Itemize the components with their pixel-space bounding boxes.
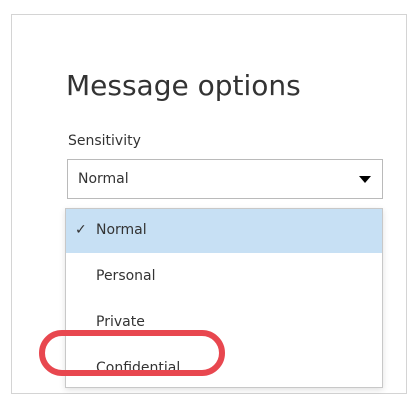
option-personal[interactable]: Personal — [66, 255, 382, 299]
message-options-dialog: Message options Sensitivity Normal ✓ Nor… — [11, 14, 407, 394]
sensitivity-label: Sensitivity — [68, 133, 141, 149]
dialog-title: Message options — [66, 69, 301, 102]
sensitivity-select[interactable]: Normal — [67, 159, 383, 199]
option-confidential[interactable]: Confidential — [66, 347, 382, 391]
option-normal[interactable]: ✓ Normal — [66, 209, 382, 253]
option-label: Normal — [96, 222, 147, 238]
option-label: Personal — [96, 268, 156, 284]
option-private[interactable]: Private — [66, 301, 382, 345]
option-label: Private — [96, 314, 145, 330]
checkmark-icon: ✓ — [75, 222, 87, 238]
sensitivity-dropdown-list: ✓ Normal Personal Private Confidential — [65, 208, 383, 388]
option-label: Confidential — [96, 360, 181, 376]
sensitivity-select-value: Normal — [78, 171, 129, 187]
caret-down-icon[interactable] — [359, 176, 371, 183]
